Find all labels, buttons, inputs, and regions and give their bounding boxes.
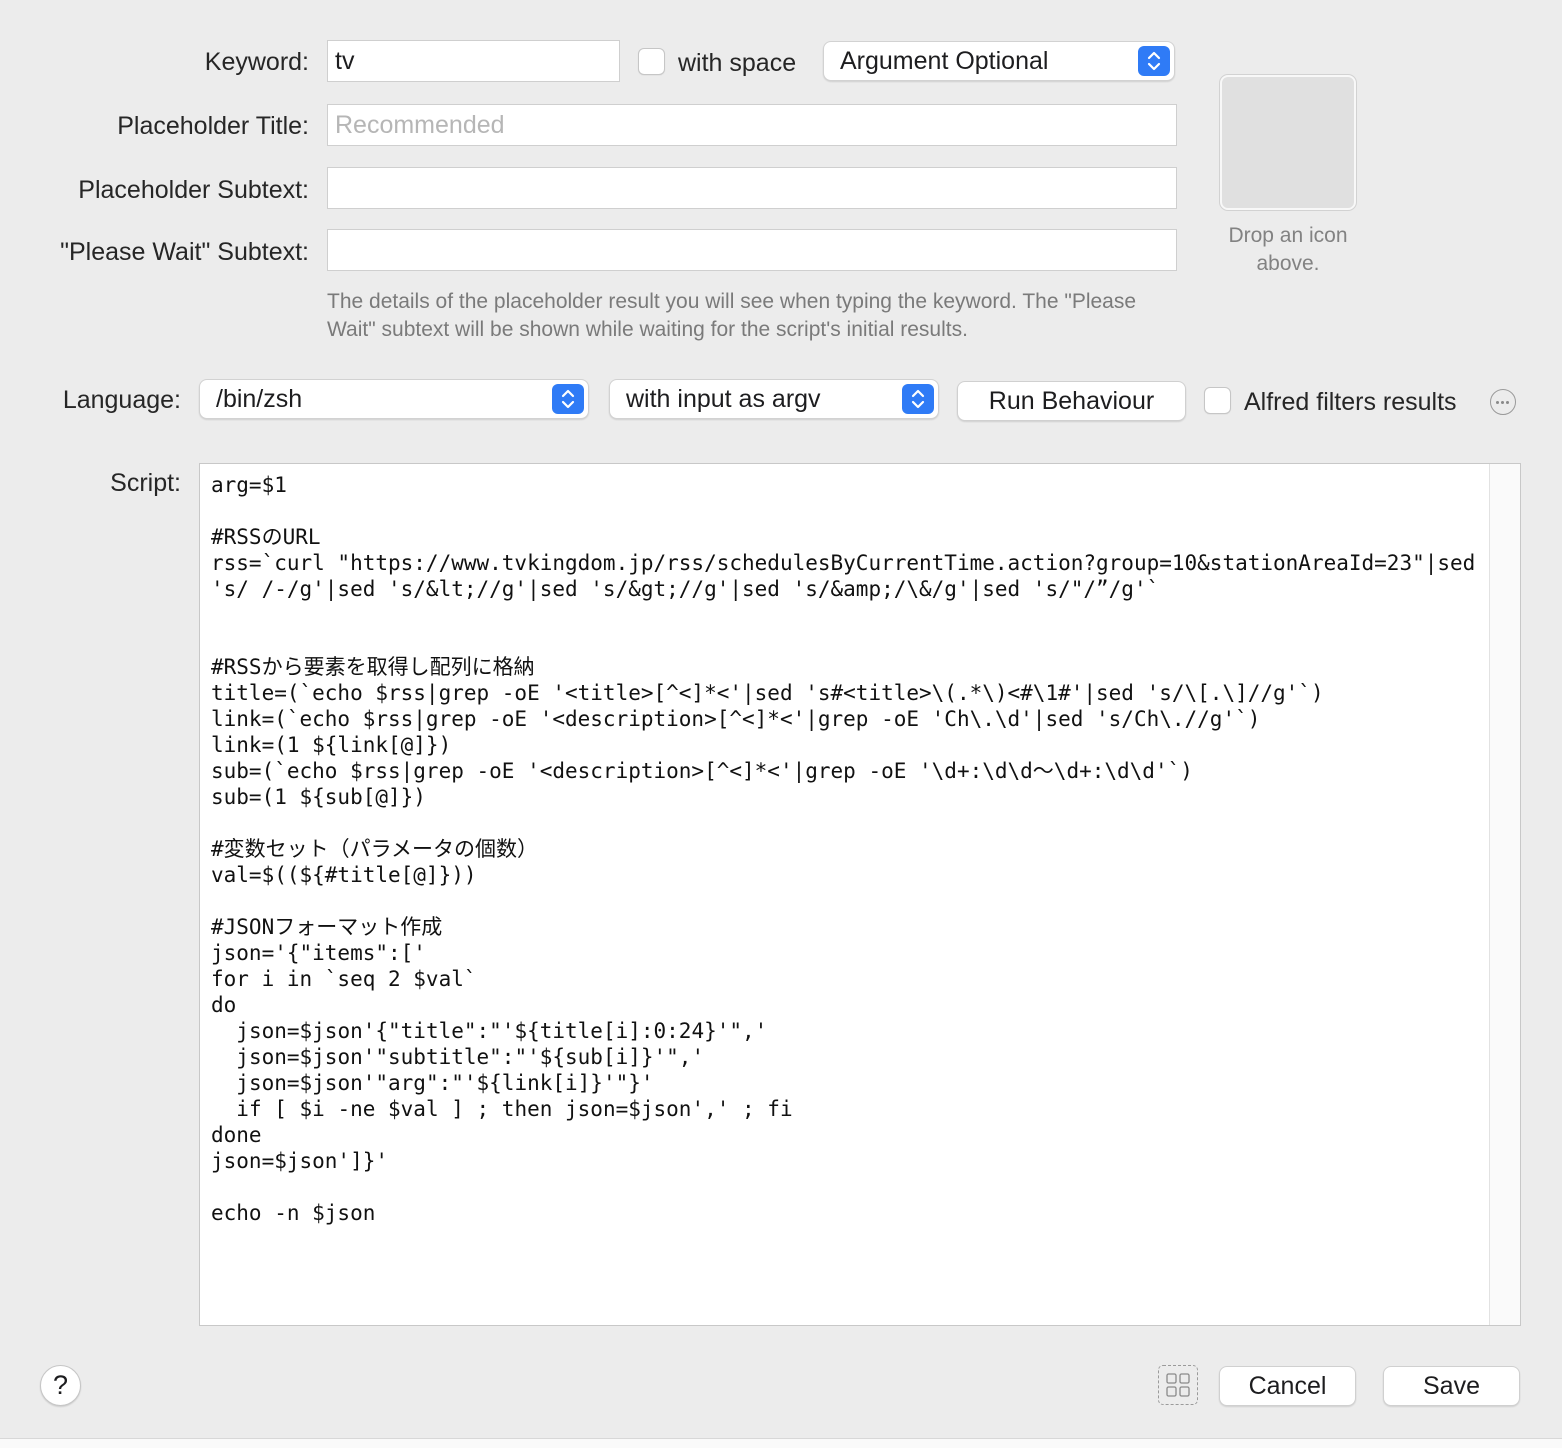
icon-drop-hint: Drop an icon above. — [1228, 224, 1348, 275]
placeholder-title-label: Placeholder Title: — [117, 112, 309, 140]
placeholder-subtext-label: Placeholder Subtext: — [78, 176, 309, 204]
please-wait-subtext-label: "Please Wait" Subtext: — [60, 238, 309, 266]
argument-option-value: Argument Optional — [840, 47, 1049, 75]
popup-stepper-icon — [552, 384, 584, 414]
please-wait-subtext-input[interactable] — [327, 229, 1177, 271]
placeholder-help-text: The details of the placeholder result yo… — [327, 290, 1137, 341]
script-content[interactable]: arg=$1 #RSSのURL rss=`curl "https://www.t… — [211, 472, 1481, 1226]
input-mode-value: with input as argv — [626, 385, 821, 413]
cancel-button[interactable]: Cancel — [1219, 1366, 1356, 1406]
save-button[interactable]: Save — [1383, 1366, 1520, 1406]
alfred-filters-label: Alfred filters results — [1244, 388, 1457, 416]
alfred-filters-checkbox[interactable] — [1204, 387, 1231, 414]
language-label: Language: — [62, 386, 181, 414]
keyword-label: Keyword: — [204, 48, 309, 76]
script-scrollbar[interactable] — [1489, 464, 1520, 1325]
popup-stepper-icon — [902, 384, 934, 414]
help-button[interactable]: ? — [40, 1365, 81, 1406]
icon-drop-well[interactable] — [1220, 75, 1356, 210]
window-bottom-edge — [0, 1438, 1562, 1448]
with-space-label: with space — [678, 49, 797, 77]
with-space-checkbox[interactable] — [638, 48, 665, 75]
placeholder-subtext-input[interactable] — [327, 167, 1177, 209]
more-options-icon[interactable] — [1490, 389, 1516, 415]
script-editor[interactable]: arg=$1 #RSSのURL rss=`curl "https://www.t… — [199, 463, 1521, 1326]
popup-stepper-icon — [1138, 46, 1170, 76]
language-value: /bin/zsh — [216, 385, 303, 413]
language-select[interactable]: /bin/zsh — [199, 379, 589, 419]
script-label: Script: — [110, 469, 181, 497]
placeholder-title-input[interactable]: Recommended — [327, 104, 1177, 146]
run-behaviour-button[interactable]: Run Behaviour — [957, 381, 1186, 421]
argument-option-select[interactable]: Argument Optional — [823, 41, 1175, 81]
keyword-input[interactable]: tv — [327, 40, 620, 82]
layout-grid-icon[interactable] — [1158, 1365, 1198, 1405]
input-mode-select[interactable]: with input as argv — [609, 379, 939, 419]
